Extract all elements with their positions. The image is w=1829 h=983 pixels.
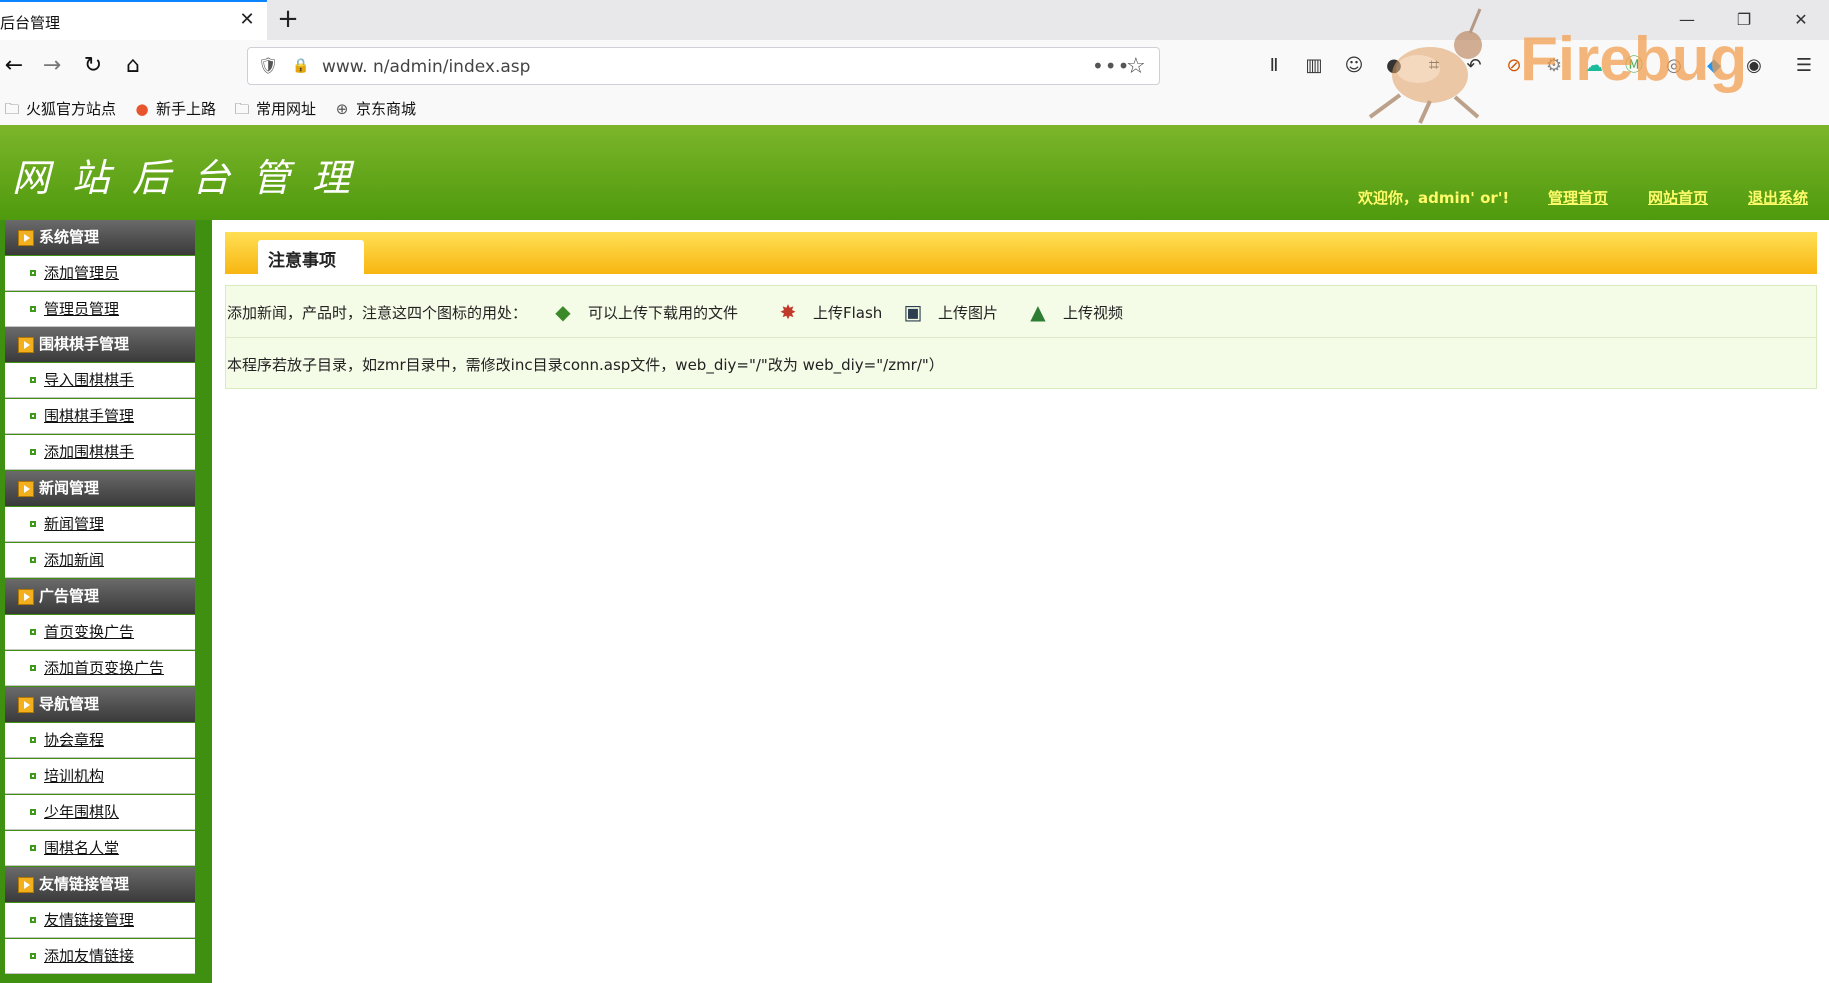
new-tab-button[interactable]: + (274, 6, 302, 34)
bookmark-item[interactable]: 🗀 常用网址 (232, 98, 316, 120)
url-bar[interactable]: 🛡 🔒 www. n/admin/index.asp ••• ☆ (247, 47, 1160, 85)
bullet-icon (30, 665, 36, 671)
bullet-icon (30, 773, 36, 779)
tab-title: 后台管理 (0, 14, 61, 32)
bullet-icon (30, 521, 36, 527)
sidebar-section-ads[interactable]: 广告管理 (5, 579, 195, 614)
account-icon[interactable]: ☺ (1341, 53, 1367, 79)
bookmark-item[interactable]: 🗀 火狐官方站点 (2, 98, 116, 120)
flash-icon: ✸ (779, 300, 797, 324)
library-icon[interactable]: Ⅱ (1261, 53, 1287, 79)
sidebar-item[interactable]: 围棋棋手管理 (5, 399, 195, 434)
sidebar-item[interactable]: 围棋名人堂 (5, 831, 195, 866)
admin-sidebar: 系统管理 添加管理员 管理员管理 围棋棋手管理 导入围棋棋手 围棋棋手管理 添加… (0, 220, 212, 983)
notice-title-bar: 注意事项 (225, 232, 1817, 274)
bookmark-item[interactable]: ⊕ 京东商城 (332, 98, 416, 120)
sidebar-icon[interactable]: ▥ (1301, 53, 1327, 79)
sidebar-item[interactable]: 首页变换广告 (5, 615, 195, 650)
sidebar-item[interactable]: 少年围棋队 (5, 795, 195, 830)
bookmarks-toolbar: 🗀 火狐官方站点 ● 新手上路 🗀 常用网址 ⊕ 京东商城 (0, 92, 1829, 125)
sidebar-section-system[interactable]: 系统管理 (5, 220, 195, 255)
shield-icon[interactable]: 🛡 (258, 57, 278, 75)
active-tab[interactable]: 后台管理 ✕ (0, 0, 267, 40)
bullet-icon (30, 377, 36, 383)
page-actions-icon[interactable]: ••• (1092, 54, 1130, 78)
site-home-link[interactable]: 网站首页 (1648, 187, 1708, 208)
folder-icon: 🗀 (234, 100, 250, 118)
sidebar-section-news[interactable]: 新闻管理 (5, 471, 195, 506)
sidebar-item[interactable]: 培训机构 (5, 759, 195, 794)
notice-icon-label: 上传图片 (938, 304, 999, 322)
sidebar-section-navigation[interactable]: 导航管理 (5, 687, 195, 722)
notice-icon-label: 上传Flash (813, 304, 883, 322)
menu-icon[interactable]: ☰ (1791, 53, 1817, 79)
bullet-icon (30, 737, 36, 743)
firebug-watermark-text: Firebug (1520, 25, 1748, 94)
admin-home-link[interactable]: 管理首页 (1548, 187, 1608, 208)
notice-box: 添加新闻，产品时，注意这四个图标的用处： ◆ 可以上传下载用的文件 ✸ 上传Fl… (225, 285, 1817, 389)
site-logo: 网站后台管理 (12, 156, 373, 200)
bullet-icon (30, 809, 36, 815)
video-icon: ▲ (1030, 300, 1046, 324)
notice-row: 本程序若放子目录，如zmr目录中，需修改inc目录conn.asp文件，web_… (226, 338, 1816, 389)
admin-header: 网站后台管理 欢迎你，admin' or'! 管理首页 网站首页 退出系统 (0, 125, 1829, 220)
sidebar-item[interactable]: 添加新闻 (5, 543, 195, 578)
home-button[interactable]: ⌂ (119, 52, 147, 80)
notice-title: 注意事项 (268, 251, 336, 271)
bullet-icon (30, 413, 36, 419)
folder-icon: 🗀 (4, 100, 20, 118)
bullet-icon (30, 306, 36, 312)
bullet-icon (30, 557, 36, 563)
notice-tab: 注意事项 (258, 240, 364, 274)
sidebar-item[interactable]: 添加首页变换广告 (5, 651, 195, 686)
bookmark-star-icon[interactable]: ☆ (1126, 54, 1146, 79)
bullet-icon (30, 917, 36, 923)
sidebar-item[interactable]: 添加管理员 (5, 256, 195, 291)
back-button[interactable]: ← (0, 52, 28, 80)
upload-file-icon: ◆ (555, 300, 571, 324)
bookmark-item[interactable]: ● 新手上路 (132, 98, 216, 120)
reload-button[interactable]: ↻ (79, 52, 107, 80)
bullet-icon (30, 953, 36, 959)
sidebar-item[interactable]: 新闻管理 (5, 507, 195, 542)
notice-subdir-text: 本程序若放子目录，如zmr目录中，需修改inc目录conn.asp文件，web_… (227, 356, 944, 374)
sidebar-item[interactable]: 协会章程 (5, 723, 195, 758)
sidebar-section-go-players[interactable]: 围棋棋手管理 (5, 327, 195, 362)
sidebar-item[interactable]: 导入围棋棋手 (5, 363, 195, 398)
undo-icon[interactable]: ↶ (1461, 53, 1487, 79)
image-icon: ▣ (903, 300, 923, 324)
arrow-icon (18, 337, 34, 353)
firefox-icon: ● (135, 100, 149, 118)
arrow-icon (18, 877, 34, 893)
sidebar-item[interactable]: 添加友情链接 (5, 939, 195, 974)
sidebar-item[interactable]: 管理员管理 (5, 292, 195, 327)
crop-icon[interactable]: ⌗ (1421, 53, 1447, 79)
sidebar-item[interactable]: 友情链接管理 (5, 903, 195, 938)
tab-close-icon[interactable]: ✕ (235, 8, 259, 32)
arrow-icon (18, 481, 34, 497)
notice-row: 添加新闻，产品时，注意这四个图标的用处： ◆ 可以上传下载用的文件 ✸ 上传Fl… (226, 286, 1816, 338)
chat-icon[interactable]: ● (1381, 53, 1407, 79)
welcome-text: 欢迎你，admin' or'! (1358, 189, 1510, 207)
notice-icon-label: 可以上传下载用的文件 (588, 304, 739, 322)
logout-link[interactable]: 退出系统 (1748, 187, 1808, 208)
sidebar-item[interactable]: 添加围棋棋手 (5, 435, 195, 470)
bullet-icon (30, 270, 36, 276)
window-close-button[interactable]: ✕ (1786, 6, 1816, 34)
url-text[interactable]: www. n/admin/index.asp (322, 57, 530, 77)
forward-button[interactable]: → (38, 52, 66, 80)
bullet-icon (30, 845, 36, 851)
notice-icon-label: 上传视频 (1063, 304, 1124, 322)
arrow-icon (18, 697, 34, 713)
arrow-icon (18, 589, 34, 605)
arrow-icon (18, 230, 34, 246)
notice-prefix: 添加新闻，产品时，注意这四个图标的用处： (227, 304, 528, 322)
bullet-icon (30, 629, 36, 635)
globe-icon: ⊕ (335, 100, 349, 118)
insecure-lock-icon[interactable]: 🔒 (292, 57, 310, 75)
sidebar-section-links[interactable]: 友情链接管理 (5, 867, 195, 902)
bullet-icon (30, 449, 36, 455)
